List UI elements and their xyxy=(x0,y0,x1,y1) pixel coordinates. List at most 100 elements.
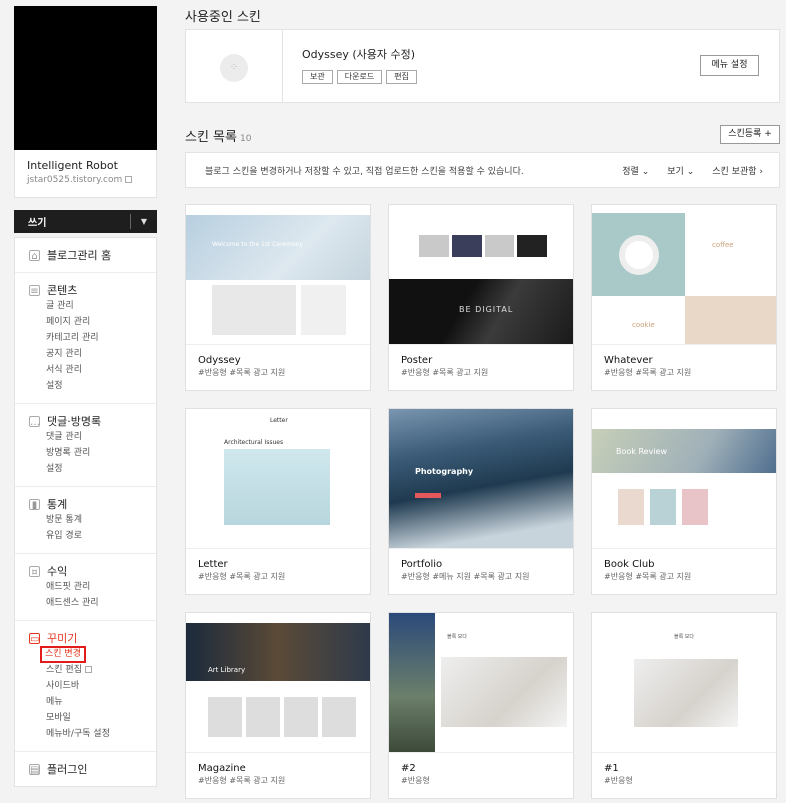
skin-tags: #반응형 #목록 광고 지원 xyxy=(604,368,692,377)
register-skin-button[interactable]: 스킨등록 + xyxy=(720,125,780,144)
menu-item-skin-edit-label: 스킨 편집 xyxy=(46,665,82,675)
thumb-image xyxy=(682,489,708,525)
skin-card-2[interactable]: 블록 모다 #2 #반응형 xyxy=(388,612,574,799)
menu-plugin-label: 플러그인 xyxy=(47,763,88,776)
chevron-down-icon[interactable]: ▼ xyxy=(131,217,157,226)
menu-item-adfit[interactable]: 애드핏 관리 xyxy=(29,579,156,595)
skin-info-bar: 블로그 스킨을 변경하거나 저장할 수 있고, 직접 업로드한 스킨을 적용할 … xyxy=(185,152,780,188)
skin-thumbnail-odyssey[interactable]: Welcome to the 1st Ceremony xyxy=(186,205,370,345)
thumb-image xyxy=(650,489,676,525)
thumb-title: Photography xyxy=(415,467,474,476)
blog-avatar[interactable] xyxy=(14,6,157,150)
layout-icon: ▭ xyxy=(29,632,40,645)
skin-list-heading: 스킨 목록 xyxy=(185,130,237,145)
skin-thumbnail-2[interactable]: 블록 모다 xyxy=(389,613,573,753)
skin-thumbnail-book-club[interactable]: Book Review xyxy=(592,409,776,549)
thumb-image xyxy=(301,285,346,335)
skin-card-magazine[interactable]: Art Library Magazine #반응형 #목록 광고 지원 xyxy=(185,612,371,799)
menu-home-label: 블로그관리 홈 xyxy=(47,249,112,262)
thumb-title: Letter xyxy=(270,417,288,424)
menu-item-adsense[interactable]: 애드센스 관리 xyxy=(29,595,156,611)
menu-item-mobile[interactable]: 모바일 xyxy=(29,710,156,726)
sidebar: Intelligent Robot jstar0525.tistory.com … xyxy=(14,6,157,803)
skin-card-odyssey[interactable]: Welcome to the 1st Ceremony Odyssey #반응형… xyxy=(185,204,371,391)
menu-plugin[interactable]: ▤ 플러그인 xyxy=(29,761,156,777)
skin-card-letter[interactable]: Letter Architectural Issues Letter #반응형 … xyxy=(185,408,371,595)
menu-revenue[interactable]: ¤ 수익 xyxy=(29,563,156,579)
menu-item-skin-change[interactable]: 스킨 변경 xyxy=(40,646,86,663)
image-placeholder-icon: ⁘ xyxy=(220,54,248,82)
menu-content[interactable]: ≡ 콘텐츠 xyxy=(29,282,156,298)
current-skin-panel: ⁘ Odyssey (사용자 수정) 보관 다운로드 편집 메뉴 설정 xyxy=(185,29,780,103)
menu-item-skin-edit[interactable]: 스킨 편집 xyxy=(29,662,156,678)
skin-thumbnail-magazine[interactable]: Art Library xyxy=(186,613,370,753)
skin-thumbnail-portfolio[interactable]: Photography xyxy=(389,409,573,549)
current-skin-thumbnail: ⁘ xyxy=(186,30,283,102)
skin-card-whatever[interactable]: coffee cookie Whatever #반응형 #목록 광고 지원 xyxy=(591,204,777,391)
menu-item-comments[interactable]: 댓글 관리 xyxy=(29,429,156,445)
menu-item-comment-settings[interactable]: 설정 xyxy=(29,461,156,477)
menu-design-label: 꾸미기 xyxy=(47,632,78,645)
menu-settings-button[interactable]: 메뉴 설정 xyxy=(700,55,759,76)
menu-section-comments: … 댓글·방명록 댓글 관리 방명록 관리 설정 xyxy=(15,404,156,487)
menu-item-pages[interactable]: 페이지 관리 xyxy=(29,314,156,330)
skin-card-poster[interactable]: BE DIGITAL Poster #반응형 #목록 광고 지원 xyxy=(388,204,574,391)
thumb-image xyxy=(441,657,567,727)
sort-dropdown[interactable]: 정렬 ⌄ xyxy=(622,164,649,177)
current-skin-actions: 보관 다운로드 편집 xyxy=(302,70,417,84)
skin-thumbnail-poster[interactable]: BE DIGITAL xyxy=(389,205,573,345)
skin-name: Poster xyxy=(401,355,433,366)
skin-storage-link[interactable]: 스킨 보관함 › xyxy=(712,164,763,177)
menu-item-templates[interactable]: 서식 관리 xyxy=(29,362,156,378)
skin-tags: #반응형 #목록 광고 지원 xyxy=(604,572,692,581)
skin-tags: #반응형 #목록 광고 지원 xyxy=(198,368,286,377)
menu-item-visit-stats[interactable]: 방문 통계 xyxy=(29,512,156,528)
thumb-cup xyxy=(619,235,659,275)
thumb-post-title: 블록 모다 xyxy=(447,634,467,640)
current-skin-name: Odyssey (사용자 수정) xyxy=(302,48,416,61)
menu-item-posts[interactable]: 글 관리 xyxy=(29,298,156,314)
blog-name[interactable]: Intelligent Robot xyxy=(27,159,144,172)
download-button[interactable]: 다운로드 xyxy=(336,70,383,84)
thumb-button xyxy=(415,493,441,498)
menu-home[interactable]: ⌂ 블로그관리 홈 xyxy=(29,247,156,263)
blog-info: Intelligent Robot jstar0525.tistory.com xyxy=(14,150,157,198)
skin-grid: Welcome to the 1st Ceremony Odyssey #반응형… xyxy=(185,204,780,799)
main-content: 사용중인 스킨 ⁘ Odyssey (사용자 수정) 보관 다운로드 편집 메뉴… xyxy=(185,0,780,799)
skin-thumbnail-1[interactable]: 블록 모다 xyxy=(592,613,776,753)
menu-item-menubar[interactable]: 메뉴바/구독 설정 xyxy=(29,726,156,742)
skin-thumbnail-whatever[interactable]: coffee cookie xyxy=(592,205,776,345)
document-icon: ≡ xyxy=(29,284,40,297)
blog-url-text[interactable]: jstar0525.tistory.com xyxy=(27,175,122,185)
menu-item-guestbook[interactable]: 방명록 관리 xyxy=(29,445,156,461)
menu-item-content-settings[interactable]: 설정 xyxy=(29,378,156,394)
skin-name: Letter xyxy=(198,559,228,570)
menu-item-notices[interactable]: 공지 관리 xyxy=(29,346,156,362)
archive-button[interactable]: 보관 xyxy=(302,70,333,84)
menu-item-menu[interactable]: 메뉴 xyxy=(29,694,156,710)
coin-icon: ¤ xyxy=(29,565,40,578)
skin-card-portfolio[interactable]: Photography Portfolio #반응형 #메뉴 지원 #목록 광고… xyxy=(388,408,574,595)
thumb-post-title: 블록 모다 xyxy=(674,634,694,640)
blog-url[interactable]: jstar0525.tistory.com xyxy=(27,175,144,185)
chevron-down-icon: ⌄ xyxy=(686,166,695,177)
skin-count: 10 xyxy=(239,134,252,144)
view-label: 보기 xyxy=(667,166,684,177)
write-button[interactable]: 쓰기 xyxy=(14,214,130,229)
skin-card-1[interactable]: 블록 모다 #1 #반응형 xyxy=(591,612,777,799)
menu-section-home: ⌂ 블로그관리 홈 xyxy=(15,238,156,273)
menu-item-referrers[interactable]: 유입 경로 xyxy=(29,528,156,544)
menu-item-categories[interactable]: 카테고리 관리 xyxy=(29,330,156,346)
thumb-image xyxy=(685,296,776,344)
menu-design[interactable]: ▭ 꾸미기 xyxy=(29,630,156,646)
skin-tags: #반응형 xyxy=(604,776,633,785)
view-dropdown[interactable]: 보기 ⌄ xyxy=(667,164,694,177)
skin-card-book-club[interactable]: Book Review Book Club #반응형 #목록 광고 지원 xyxy=(591,408,777,595)
edit-button[interactable]: 편집 xyxy=(386,70,417,84)
skin-thumbnail-letter[interactable]: Letter Architectural Issues xyxy=(186,409,370,549)
menu-comments[interactable]: … 댓글·방명록 xyxy=(29,413,156,429)
menu-section-content: ≡ 콘텐츠 글 관리 페이지 관리 카테고리 관리 공지 관리 서식 관리 설정 xyxy=(15,273,156,404)
menu-item-sidebar[interactable]: 사이드바 xyxy=(29,678,156,694)
thumb-image xyxy=(212,285,296,335)
menu-stats[interactable]: ▮ 통계 xyxy=(29,496,156,512)
